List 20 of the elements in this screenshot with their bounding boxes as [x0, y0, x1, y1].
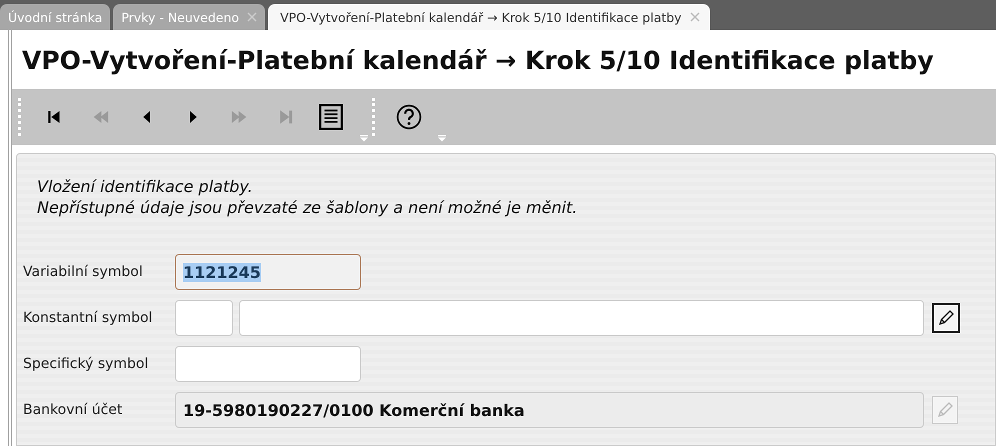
edit-button[interactable] [932, 303, 960, 333]
overflow-icon[interactable] [438, 135, 446, 142]
help-icon[interactable] [396, 103, 422, 131]
input-field[interactable]: 1121245 [175, 254, 361, 290]
description-field[interactable] [239, 300, 924, 336]
field-label: Specifický symbol [23, 356, 150, 372]
tab[interactable]: VPO-Vytvoření-Platební kalendář → Krok 5/10 Identifikace platby [268, 4, 710, 30]
readonly-field: 19-5980190227/0100 Komerční banka [175, 392, 924, 428]
field-label: Variabilní symbol [23, 264, 144, 280]
page-title: VPO-Vytvoření-Platební kalendář → Krok 5/10 Identifikace platby [21, 45, 935, 77]
code-field[interactable] [175, 300, 233, 336]
close-icon[interactable] [690, 12, 700, 22]
input-field[interactable] [175, 346, 361, 382]
overflow-icon[interactable] [360, 135, 368, 142]
instruction-text: Vložení identifikace platby. [37, 176, 254, 197]
field-label: Bankovní účet [23, 402, 124, 418]
list-icon[interactable] [318, 103, 344, 131]
field-label: Konstantní symbol [23, 310, 154, 326]
close-icon[interactable] [247, 12, 258, 22]
instruction-text: Nepřístupné údaje jsou převzaté ze šablony a není možné je měnit. [37, 197, 578, 218]
